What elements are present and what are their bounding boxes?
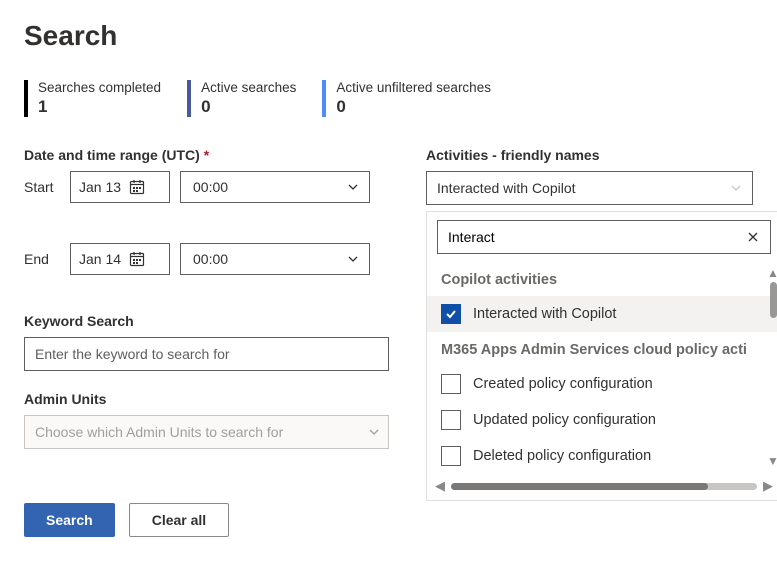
required-asterisk: * <box>204 147 209 163</box>
admin-units-label: Admin Units <box>24 391 394 407</box>
end-caption: End <box>24 251 60 267</box>
date-range-label: Date and time range (UTC) * <box>24 147 394 163</box>
start-date-value: Jan 13 <box>79 179 121 195</box>
scroll-track[interactable] <box>451 483 757 490</box>
stat-completed: Searches completed 1 <box>24 80 161 117</box>
keyword-label: Keyword Search <box>24 313 394 329</box>
close-icon[interactable] <box>746 230 760 244</box>
activity-item[interactable]: Interacted with Copilot <box>427 296 777 332</box>
activities-list: Copilot activities Interacted with Copil… <box>427 262 777 474</box>
scroll-thumb[interactable] <box>451 483 708 490</box>
scroll-thumb[interactable] <box>770 282 777 318</box>
keyword-input[interactable] <box>24 337 389 371</box>
checkbox-checked[interactable] <box>441 304 461 324</box>
stats-row: Searches completed 1 Active searches 0 A… <box>24 80 753 117</box>
admin-units-select[interactable]: Choose which Admin Units to search for <box>24 415 389 449</box>
checkbox-unchecked[interactable] <box>441 446 461 466</box>
clear-all-button[interactable]: Clear all <box>129 503 229 537</box>
start-date-input[interactable]: Jan 13 <box>70 171 170 203</box>
activity-item[interactable]: Created policy configuration <box>427 366 777 402</box>
chevron-down-icon <box>730 182 742 194</box>
calendar-icon[interactable] <box>129 179 145 195</box>
scroll-right-arrow-icon[interactable]: ▶ <box>763 478 773 494</box>
end-date-value: Jan 14 <box>79 251 121 267</box>
activities-dropdown-panel: Copilot activities Interacted with Copil… <box>426 211 777 501</box>
stat-active-value: 0 <box>201 97 296 117</box>
stat-completed-label: Searches completed <box>38 80 161 95</box>
activity-item-label: Interacted with Copilot <box>473 306 616 322</box>
stat-unfiltered: Active unfiltered searches 0 <box>322 80 491 117</box>
date-range-label-text: Date and time range (UTC) <box>24 147 200 163</box>
chevron-down-icon <box>347 253 359 265</box>
activities-selected-value: Interacted with Copilot <box>437 180 576 196</box>
end-date-input[interactable]: Jan 14 <box>70 243 170 275</box>
activities-filter-input[interactable] <box>448 229 746 245</box>
activity-item-label: Created policy configuration <box>473 376 653 392</box>
checkbox-unchecked[interactable] <box>441 374 461 394</box>
scroll-down-arrow-icon[interactable]: ▼ <box>767 454 777 468</box>
activity-item-label: Updated policy configuration <box>473 412 656 428</box>
chevron-down-icon <box>347 181 359 193</box>
checkbox-unchecked[interactable] <box>441 410 461 430</box>
chevron-down-icon <box>368 426 380 438</box>
stat-unfiltered-label: Active unfiltered searches <box>336 80 491 95</box>
activities-filter-input-wrap[interactable] <box>437 220 771 254</box>
start-time-input[interactable]: 00:00 <box>180 171 370 203</box>
end-time-input[interactable]: 00:00 <box>180 243 370 275</box>
activity-item-label: Deleted policy configuration <box>473 448 651 464</box>
activity-item[interactable]: Updated policy configuration <box>427 402 777 438</box>
scroll-left-arrow-icon[interactable]: ◀ <box>435 478 445 494</box>
calendar-icon[interactable] <box>129 251 145 267</box>
activities-group-header: Copilot activities <box>427 262 777 296</box>
scroll-up-arrow-icon[interactable]: ▲ <box>767 266 777 280</box>
activities-group-header: M365 Apps Admin Services cloud policy ac… <box>427 332 777 366</box>
stat-active: Active searches 0 <box>187 80 296 117</box>
start-time-value: 00:00 <box>193 179 228 195</box>
vertical-scrollbar[interactable]: ▲ ▼ <box>767 262 777 474</box>
activity-item[interactable]: Deleted policy configuration <box>427 438 777 474</box>
activities-select[interactable]: Interacted with Copilot <box>426 171 753 205</box>
stat-active-label: Active searches <box>201 80 296 95</box>
stat-unfiltered-value: 0 <box>336 97 491 117</box>
admin-units-placeholder: Choose which Admin Units to search for <box>35 424 283 440</box>
horizontal-scrollbar[interactable]: ◀ ▶ <box>427 474 777 500</box>
end-time-value: 00:00 <box>193 251 228 267</box>
page-title: Search <box>24 20 753 52</box>
search-button[interactable]: Search <box>24 503 115 537</box>
activities-label: Activities - friendly names <box>426 147 753 163</box>
stat-completed-value: 1 <box>38 97 161 117</box>
start-caption: Start <box>24 179 60 195</box>
